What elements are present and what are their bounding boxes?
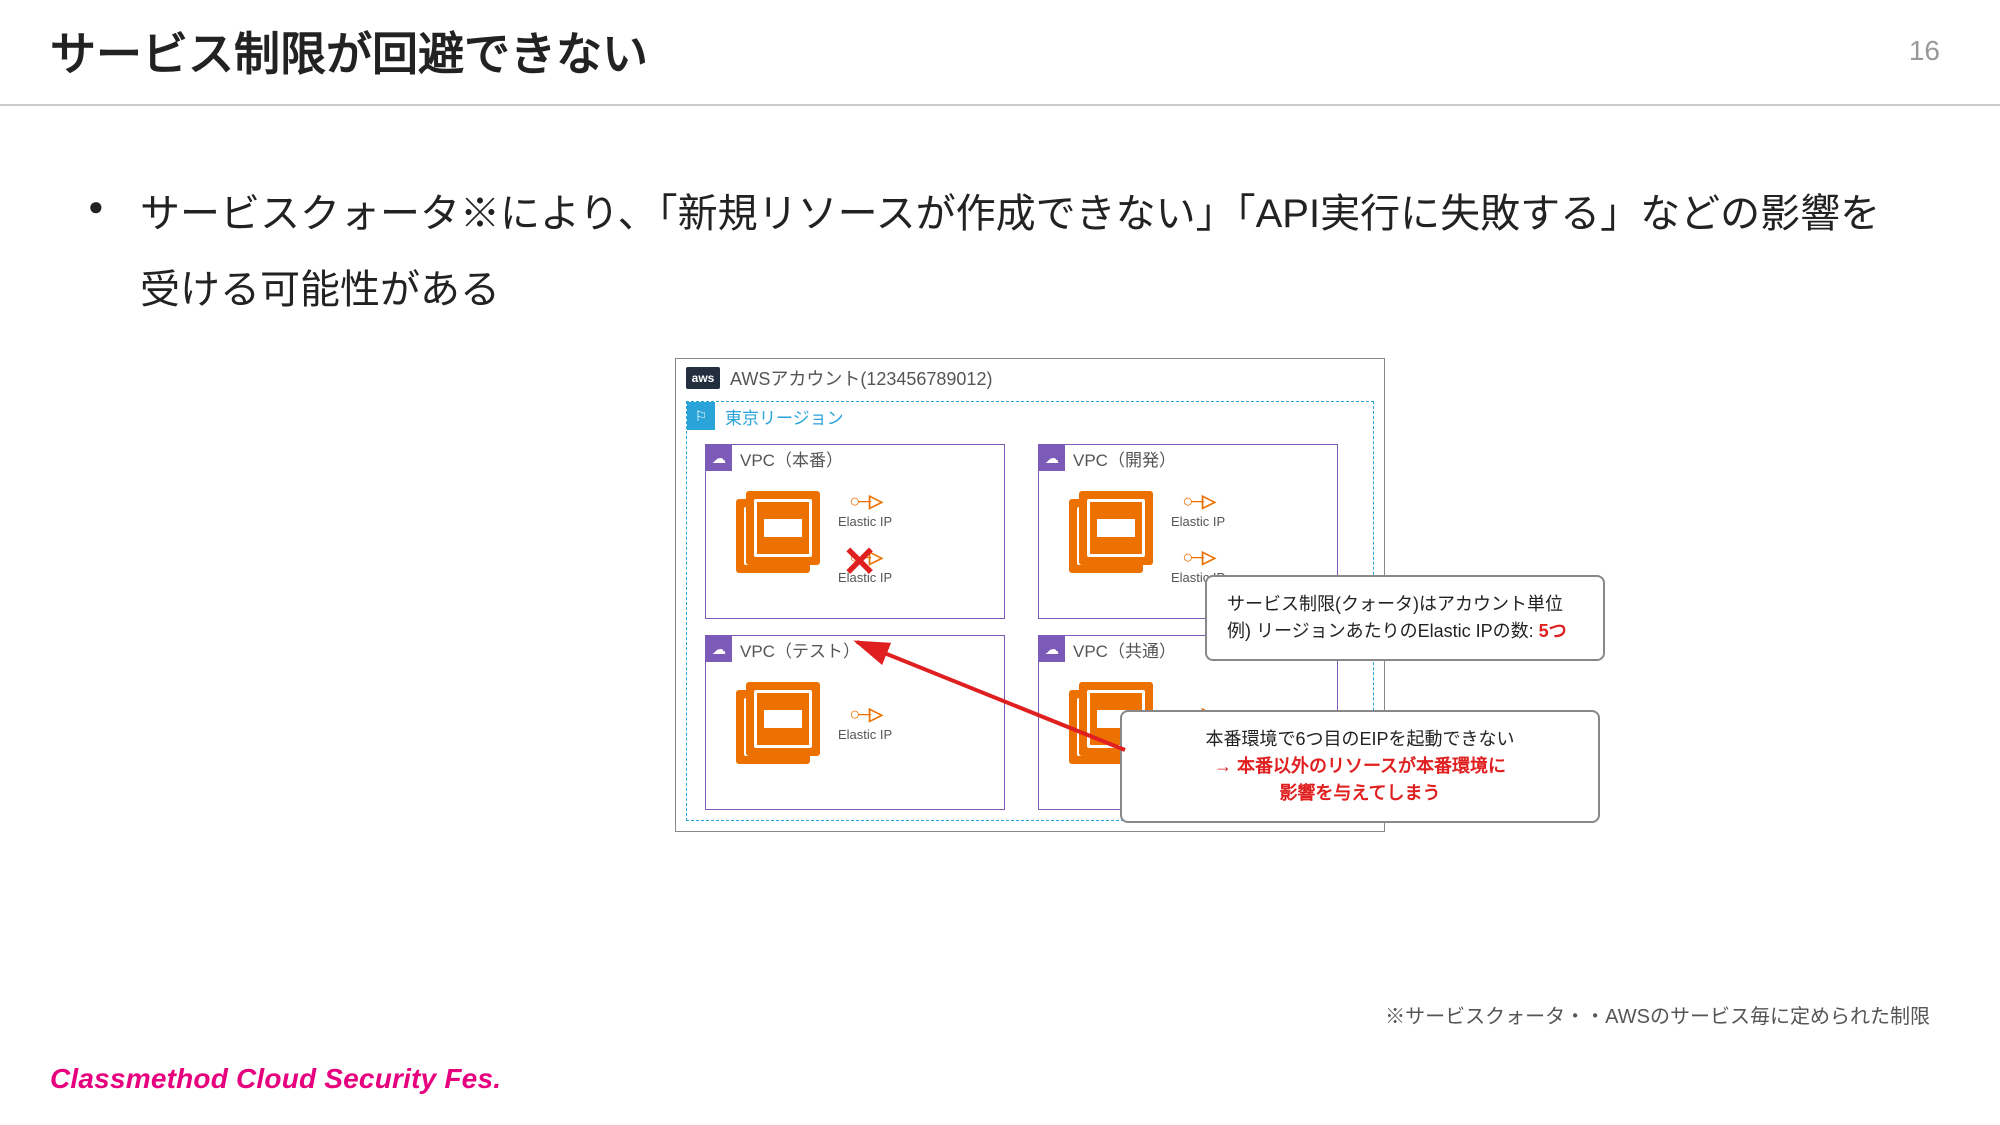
eip-icon: ○─▷ (1182, 547, 1213, 568)
aws-account-header: aws AWSアカウント(123456789012) (676, 359, 1384, 397)
vpc-header: ☁ VPC（開発） (1039, 445, 1337, 471)
cloud-icon: ☁ (1045, 450, 1059, 467)
footnote: ※サービスクォータ・・AWSのサービス毎に定められた制限 (1385, 1000, 1930, 1029)
vpc-content: ○─▷ Elastic IP ○─▷ Elastic IP (1039, 471, 1337, 585)
eip-label: Elastic IP (838, 727, 892, 742)
aws-logo-icon: aws (686, 367, 720, 389)
callout-line: 影響を与えてしまう (1142, 780, 1578, 807)
eip-item: ○─▷ Elastic IP ✕ (838, 547, 892, 585)
vpc-content: ○─▷ Elastic IP ○─▷ Elastic IP ✕ (706, 471, 1004, 585)
bullet-text: サービスクォータ※により、「新規リソースが作成できない」「API実行に失敗する」… (140, 176, 1920, 328)
vpc-icon: ☁ (1039, 445, 1065, 471)
region-header: ⚐ 東京リージョン (687, 402, 1373, 430)
eip-list: ○─▷ Elastic IP ○─▷ Elastic IP (1171, 491, 1225, 585)
vpc-label: VPC（本番） (740, 446, 843, 471)
region-icon: ⚐ (687, 402, 715, 430)
vpc-label: VPC（共通） (1073, 637, 1176, 662)
eip-label: Elastic IP (838, 514, 892, 529)
callout-line: → 本番以外のリソースが本番環境に (1142, 753, 1578, 780)
eip-item: ○─▷ Elastic IP (838, 704, 892, 742)
eip-list: ○─▷ Elastic IP ○─▷ Elastic IP ✕ (838, 491, 892, 585)
footer-brand: Classmethod Cloud Security Fes. (50, 1063, 501, 1095)
cloud-icon: ☁ (1045, 641, 1059, 658)
vpc-content: ○─▷ Elastic IP (706, 662, 1004, 764)
slide-body: サービスクォータ※により、「新規リソースが作成できない」「API実行に失敗する」… (0, 106, 2000, 832)
diagram: aws AWSアカウント(123456789012) ⚐ 東京リージョン ☁ V… (140, 358, 1920, 832)
vpc-prod: ☁ VPC（本番） ○─▷ (705, 444, 1005, 619)
slide: サービス制限が回避できない 16 サービスクォータ※により、「新規リソースが作成… (0, 0, 2000, 1125)
eip-label: Elastic IP (1171, 514, 1225, 529)
vpc-label: VPC（テスト） (740, 637, 860, 662)
vpc-header: ☁ VPC（テスト） (706, 636, 1004, 662)
eip-item: ○─▷ Elastic IP (838, 491, 892, 529)
callout-impact: 本番環境で6つ目のEIPを起動できない → 本番以外のリソースが本番環境に 影響… (1120, 710, 1600, 823)
slide-title: サービス制限が回避できない (50, 18, 648, 84)
callout-emphasis: 5つ (1539, 621, 1567, 641)
vpc-icon: ☁ (706, 445, 732, 471)
callout-line: 例) リージョンあたりのElastic IPの数: 5つ (1227, 618, 1583, 645)
ec2-icon (736, 682, 818, 764)
slide-header: サービス制限が回避できない 16 (0, 0, 2000, 106)
eip-icon: ○─▷ (849, 704, 880, 725)
callout-text: 例) リージョンあたりのElastic IPの数: (1227, 621, 1539, 641)
cloud-icon: ☁ (712, 641, 726, 658)
eip-icon: ○─▷ (1182, 491, 1213, 512)
flag-icon: ⚐ (695, 408, 708, 425)
ec2-icon (1069, 491, 1151, 573)
vpc-header: ☁ VPC（本番） (706, 445, 1004, 471)
vpc-icon: ☁ (706, 636, 732, 662)
ec2-icon (736, 491, 818, 573)
vpc-test: ☁ VPC（テスト） ○─▷ (705, 635, 1005, 810)
callout-quota-info: サービス制限(クォータ)はアカウント単位 例) リージョンあたりのElastic… (1205, 575, 1605, 661)
eip-item: ○─▷ Elastic IP (1171, 491, 1225, 529)
vpc-icon: ☁ (1039, 636, 1065, 662)
region-label: 東京リージョン (725, 404, 844, 429)
eip-list: ○─▷ Elastic IP (838, 682, 892, 764)
eip-icon: ○─▷ (849, 491, 880, 512)
vpc-label: VPC（開発） (1073, 446, 1176, 471)
aws-account-label: AWSアカウント(123456789012) (730, 365, 992, 391)
callout-line: 本番環境で6つ目のEIPを起動できない (1142, 726, 1578, 753)
cloud-icon: ☁ (712, 450, 726, 467)
callout-line: サービス制限(クォータ)はアカウント単位 (1227, 591, 1583, 618)
page-number: 16 (1909, 35, 1940, 67)
x-mark-icon: ✕ (842, 537, 877, 586)
